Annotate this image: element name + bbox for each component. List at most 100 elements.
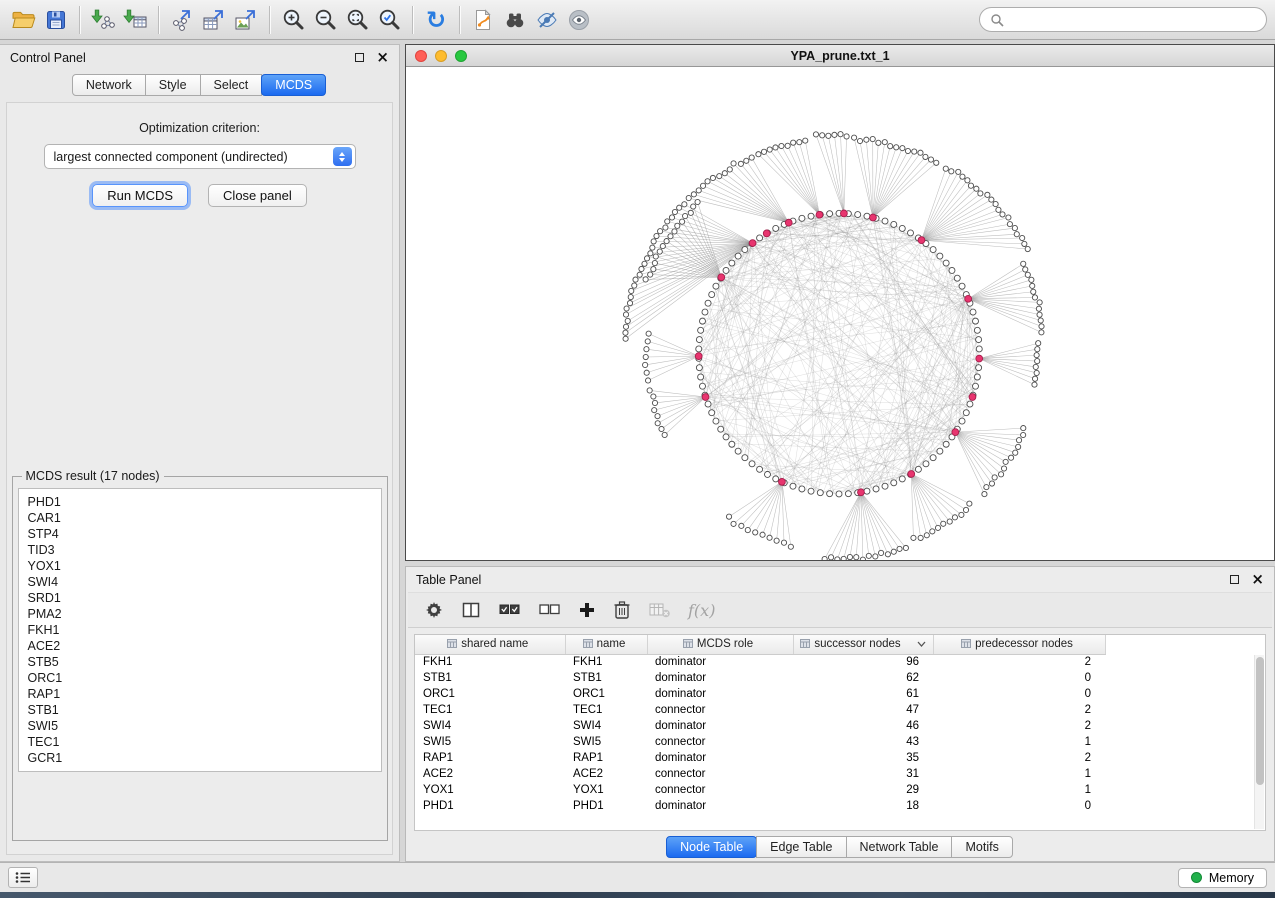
deselect-all-columns-button[interactable] xyxy=(538,600,561,620)
add-column-button[interactable] xyxy=(578,601,596,619)
cell-text: ACE2 xyxy=(565,766,647,782)
mcds-result-item[interactable]: ORC1 xyxy=(28,670,372,686)
mcds-result-item[interactable]: SWI5 xyxy=(28,718,372,734)
criterion-select[interactable]: largest connected component (undirected) xyxy=(44,144,356,169)
tab-mcds[interactable]: MCDS xyxy=(261,74,326,96)
select-all-columns-button[interactable] xyxy=(498,600,521,620)
network-canvas[interactable] xyxy=(406,67,1274,560)
mcds-result-list[interactable]: PHD1CAR1STP4TID3YOX1SWI4SRD1PMA2FKH1ACE2… xyxy=(18,488,382,772)
floppy-icon xyxy=(44,8,68,32)
search-input[interactable] xyxy=(1010,13,1256,27)
column-header-predecessor-nodes[interactable]: predecessor nodes xyxy=(933,635,1105,654)
mcds-result-item[interactable]: PMA2 xyxy=(28,606,372,622)
mcds-result-item[interactable]: STB5 xyxy=(28,654,372,670)
float-panel-icon[interactable] xyxy=(1230,575,1239,584)
column-type-icon xyxy=(447,639,457,648)
control-panel-tabs: NetworkStyleSelectMCDS xyxy=(0,73,399,97)
table-row[interactable]: ACE2ACE2connector311 xyxy=(415,766,1105,782)
close-window-icon[interactable] xyxy=(415,50,427,62)
panel-list-button[interactable] xyxy=(8,867,38,888)
table-scrollbar[interactable] xyxy=(1254,655,1264,829)
mcds-result-item[interactable]: GCR1 xyxy=(28,750,372,766)
export-image-button[interactable] xyxy=(230,4,262,36)
table-row[interactable]: STB1STB1dominator620 xyxy=(415,670,1105,686)
mcds-result-item[interactable]: PHD1 xyxy=(28,494,372,510)
mcds-result-item[interactable]: CAR1 xyxy=(28,510,372,526)
tab-network-table[interactable]: Network Table xyxy=(846,836,953,858)
mcds-result-item[interactable]: ACE2 xyxy=(28,638,372,654)
export-network-button[interactable] xyxy=(166,4,198,36)
table-header: shared namenameMCDS rolesuccessor nodesp… xyxy=(415,635,1105,654)
tab-node-table[interactable]: Node Table xyxy=(666,836,757,858)
run-mcds-button[interactable]: Run MCDS xyxy=(92,184,188,207)
memory-button[interactable]: Memory xyxy=(1178,868,1267,888)
table-row[interactable]: TEC1TEC1connector472 xyxy=(415,702,1105,718)
import-network-button[interactable] xyxy=(87,4,119,36)
mcds-result-item[interactable]: FKH1 xyxy=(28,622,372,638)
cell-text: YOX1 xyxy=(415,782,565,798)
zoom-fit-button[interactable] xyxy=(341,4,373,36)
table-row[interactable]: RAP1RAP1dominator352 xyxy=(415,750,1105,766)
mcds-result-box: MCDS result (17 nodes) PHD1CAR1STP4TID3Y… xyxy=(12,469,388,841)
delete-column-button[interactable] xyxy=(613,600,631,620)
export-table-button[interactable] xyxy=(198,4,230,36)
mcds-result-item[interactable]: TID3 xyxy=(28,542,372,558)
toggle-column-panel-button[interactable] xyxy=(461,600,481,620)
tab-edge-table[interactable]: Edge Table xyxy=(756,836,846,858)
column-header-shared-name[interactable]: shared name xyxy=(415,635,565,654)
zoom-selected-button[interactable] xyxy=(373,4,405,36)
save-session-button[interactable] xyxy=(40,4,72,36)
mcds-result-item[interactable]: SRD1 xyxy=(28,590,372,606)
column-header-successor-nodes[interactable]: successor nodes xyxy=(793,635,933,654)
scrollbar-thumb[interactable] xyxy=(1256,657,1264,785)
optimization-criterion-label: Optimization criterion: xyxy=(139,121,260,135)
cell-value: 43 xyxy=(793,734,933,750)
find-button[interactable] xyxy=(499,4,531,36)
zoom-out-icon xyxy=(313,7,338,32)
table-mode-button[interactable] xyxy=(424,600,444,620)
cell-value: 1 xyxy=(933,782,1105,798)
column-header-name[interactable]: name xyxy=(565,635,647,654)
document-share-icon xyxy=(471,8,495,32)
cell-text: dominator xyxy=(647,750,793,766)
table-row[interactable]: ORC1ORC1dominator610 xyxy=(415,686,1105,702)
mcds-result-item[interactable]: STB1 xyxy=(28,702,372,718)
cell-text: SWI4 xyxy=(565,718,647,734)
mcds-result-item[interactable]: RAP1 xyxy=(28,686,372,702)
search-icon xyxy=(990,13,1004,27)
maximize-window-icon[interactable] xyxy=(455,50,467,62)
network-window-titlebar[interactable]: YPA_prune.txt_1 xyxy=(406,45,1274,67)
table-row[interactable]: FKH1FKH1dominator962 xyxy=(415,654,1105,670)
float-panel-icon[interactable] xyxy=(355,53,364,62)
minimize-window-icon[interactable] xyxy=(435,50,447,62)
tab-style[interactable]: Style xyxy=(145,74,201,96)
cell-text: ACE2 xyxy=(415,766,565,782)
search-field[interactable] xyxy=(979,7,1267,32)
tab-network[interactable]: Network xyxy=(72,74,146,96)
table-row[interactable]: YOX1YOX1connector291 xyxy=(415,782,1105,798)
open-session-button[interactable] xyxy=(8,4,40,36)
window-controls xyxy=(415,50,467,62)
tab-select[interactable]: Select xyxy=(200,74,263,96)
hide-selected-button[interactable] xyxy=(531,4,563,36)
memory-status-icon xyxy=(1191,872,1202,883)
tab-motifs[interactable]: Motifs xyxy=(951,836,1012,858)
mcds-result-item[interactable]: SWI4 xyxy=(28,574,372,590)
table-row[interactable]: PHD1PHD1dominator180 xyxy=(415,798,1105,814)
close-panel-icon[interactable]: × xyxy=(376,50,389,65)
close-panel-icon[interactable]: × xyxy=(1251,572,1264,587)
zoom-in-button[interactable] xyxy=(277,4,309,36)
show-all-button[interactable] xyxy=(563,4,595,36)
export-web-button[interactable] xyxy=(467,4,499,36)
table-row[interactable]: SWI5SWI5connector431 xyxy=(415,734,1105,750)
zoom-out-button[interactable] xyxy=(309,4,341,36)
column-header-mcds-role[interactable]: MCDS role xyxy=(647,635,793,654)
mcds-result-item[interactable]: STP4 xyxy=(28,526,372,542)
import-table-button[interactable] xyxy=(119,4,151,36)
mcds-result-item[interactable]: TEC1 xyxy=(28,734,372,750)
mcds-result-item[interactable]: YOX1 xyxy=(28,558,372,574)
apply-layout-button[interactable]: ↻ xyxy=(420,4,452,36)
close-panel-button[interactable]: Close panel xyxy=(208,184,307,207)
table-row[interactable]: SWI4SWI4dominator462 xyxy=(415,718,1105,734)
cell-text: ORC1 xyxy=(415,686,565,702)
